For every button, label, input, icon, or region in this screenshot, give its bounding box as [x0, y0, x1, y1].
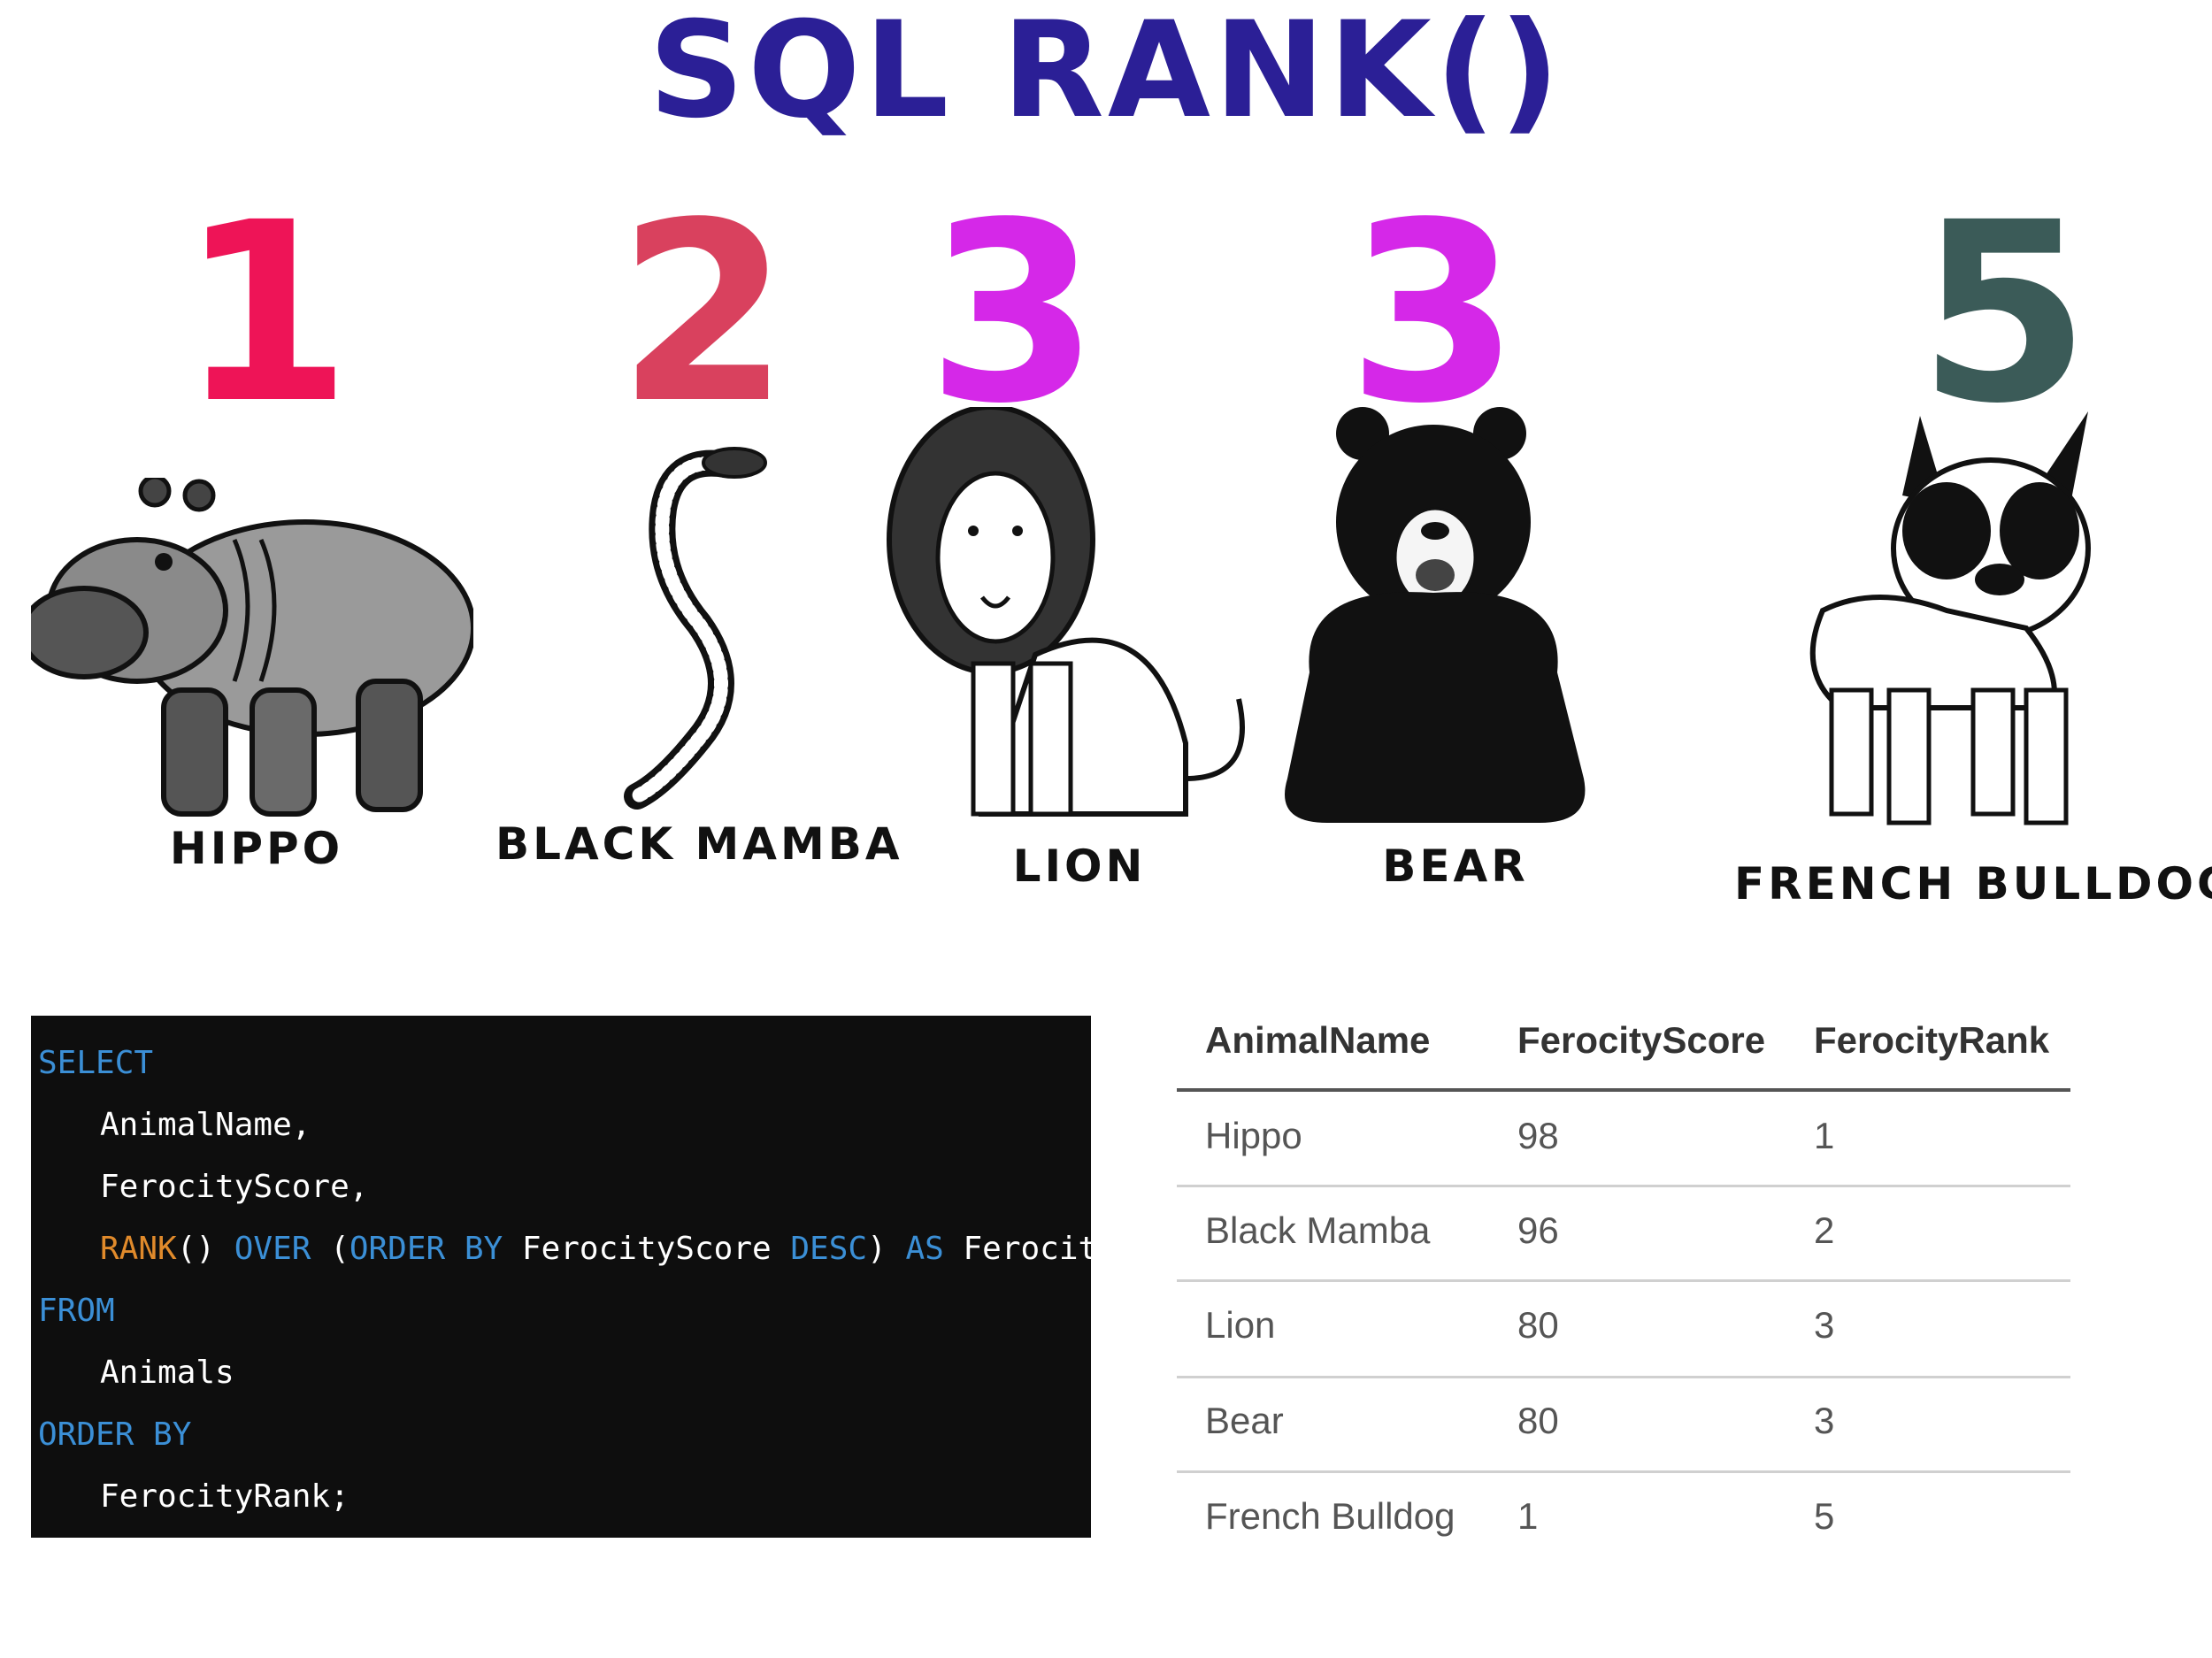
code-line-col1: AnimalName, — [100, 1107, 311, 1143]
animal-label-hippo: HIPPO — [169, 823, 344, 874]
table-cell: 1 — [1814, 1115, 1835, 1156]
animal-label-bulldog: FRENCH BULLDOG — [1734, 858, 2212, 910]
rank-number-bulldog: 5 — [1917, 170, 2091, 458]
code-line-rank: RANK() OVER (ORDER BY FerocityScore DESC… — [100, 1231, 1194, 1267]
hippo-icon — [31, 478, 473, 823]
animal-label-mamba: BLACK MAMBA — [495, 818, 903, 870]
table-cell: 3 — [1814, 1400, 1835, 1441]
rank-number-bear: 3 — [1347, 170, 1520, 458]
table-cell: Lion — [1205, 1304, 1276, 1346]
column-header-ferocityrank: FerocityRank — [1814, 1019, 2050, 1061]
row-divider — [1177, 1185, 2070, 1187]
page-title: SQL RANK() — [649, 0, 1563, 148]
table-cell: Bear — [1205, 1400, 1284, 1441]
table-cell: 2 — [1814, 1209, 1835, 1251]
row-divider — [1177, 1470, 2070, 1473]
table-cell: Hippo — [1205, 1115, 1302, 1156]
rank-number-lion: 3 — [926, 170, 1100, 458]
table-cell: 98 — [1517, 1115, 1559, 1156]
table-cell: 80 — [1517, 1304, 1559, 1346]
table-cell: Black Mamba — [1205, 1209, 1431, 1251]
bear-icon — [1274, 407, 1597, 832]
animal-label-bear: BEAR — [1382, 841, 1529, 892]
code-line-from: FROM — [38, 1293, 115, 1329]
header-divider — [1177, 1088, 2070, 1092]
animal-label-lion: LION — [1012, 841, 1147, 892]
row-divider — [1177, 1376, 2070, 1378]
column-header-ferocityscore: FerocityScore — [1517, 1019, 1766, 1061]
column-header-animalname: AnimalName — [1205, 1019, 1431, 1061]
table-cell: 96 — [1517, 1209, 1559, 1251]
code-line-order-by: ORDER BY — [38, 1416, 192, 1453]
code-line-col2: FerocityScore, — [100, 1169, 369, 1205]
sql-code-panel: SELECT AnimalName, FerocityScore, RANK()… — [31, 1016, 1194, 1538]
code-line-table: Animals — [100, 1355, 234, 1391]
table-cell: 1 — [1517, 1495, 1539, 1537]
table-cell: 3 — [1814, 1304, 1835, 1346]
rank-number-mamba: 2 — [617, 170, 790, 458]
lion-icon — [885, 407, 1265, 832]
table-cell: French Bulldog — [1205, 1495, 1455, 1537]
snake-icon — [593, 438, 770, 810]
bulldog-icon — [1770, 407, 2106, 832]
row-divider — [1177, 1279, 2070, 1282]
code-line-order-col: FerocityRank; — [100, 1478, 349, 1515]
rank-number-hippo: 1 — [179, 170, 352, 458]
code-line-select: SELECT — [38, 1045, 154, 1081]
table-cell: 5 — [1814, 1495, 1835, 1537]
table-cell: 80 — [1517, 1400, 1559, 1441]
